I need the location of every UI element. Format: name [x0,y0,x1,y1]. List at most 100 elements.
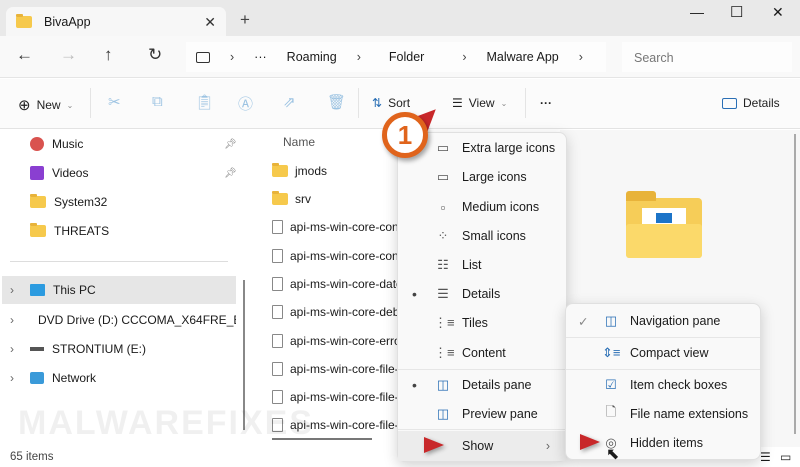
crumb-folder[interactable]: Folder [389,50,424,64]
copy-icon[interactable]: ⧉ [152,93,163,110]
folder-icon [272,191,288,205]
content-icon: ⋮≡ [434,345,455,360]
details-pane-button[interactable]: Details [722,96,780,110]
step-callout: 1 [382,112,428,158]
this-pc-icon [30,284,45,296]
view-button[interactable]: ☰ View ⌄ [452,96,507,110]
nav-strontium[interactable]: STRONTIUM (E:) [30,342,146,356]
back-icon[interactable]: ← [16,45,33,65]
videos-icon [30,166,44,180]
expand-chevron-icon[interactable]: › [10,371,14,385]
menu-item-navigation-pane[interactable]: ✓ ◫ Navigation pane [566,307,760,335]
nav-threats[interactable]: THREATS [30,223,109,238]
sort-button[interactable]: ⇅ Sort [372,96,410,110]
crumb-roaming[interactable]: Roaming [287,50,337,64]
menu-item-content[interactable]: ⋮≡ Content [398,339,566,367]
menu-item-large-icons[interactable]: ▭ Large icons [398,163,566,191]
delete-icon[interactable]: 🗑︎ [327,93,346,111]
more-options-button[interactable]: ··· [540,96,552,110]
menu-item-details-pane[interactable]: • ◫ Details pane [398,371,566,399]
compact-view-icon: ⇕≡ [602,345,621,360]
menu-item-small-icons[interactable]: ⁘ Small icons [398,222,566,250]
list-item[interactable]: api-ms-win-core-cons [272,249,405,263]
list-item[interactable]: api-ms-win-core-cons [272,220,405,234]
selected-dot-icon: • [412,286,417,302]
column-header-name[interactable]: Name [283,135,315,149]
menu-item-details[interactable]: • ☰ Details [398,280,566,308]
crumb-ellipsis[interactable]: ··· [254,50,267,64]
expand-chevron-icon[interactable]: › [10,313,14,327]
cut-icon[interactable]: ✂ [108,93,121,111]
large-folder-icon [626,191,702,258]
dll-file-icon [272,305,283,319]
tiles-view-toggle[interactable]: ▭ [780,450,791,464]
expand-chevron-icon[interactable]: › [10,283,14,297]
pin-icon[interactable]: 📌︎ [224,139,237,150]
small-icons-icon: ⁘ [437,228,449,243]
nav-music[interactable]: Music [30,137,83,151]
pin-icon[interactable]: 📌︎ [224,168,237,179]
drive-icon [30,347,44,351]
checkbox-icon: ☑ [605,377,617,392]
navigation-pane: Music 📌︎ Videos 📌︎ System32 THREATS › Th… [0,130,240,447]
tab-bivaapp[interactable]: BivaApp ✕ [6,7,226,37]
maximize-button[interactable]: ☐ [730,3,743,21]
details-scrollbar[interactable] [794,134,796,434]
new-tab-button[interactable]: + [240,10,250,30]
checkmark-icon: ✓ [578,314,589,329]
forward-icon[interactable]: → [60,45,77,65]
menu-item-tiles[interactable]: ⋮≡ Tiles [398,309,566,337]
divider [525,88,526,118]
menu-item-item-check-boxes[interactable]: ☑ Item check boxes [566,371,760,399]
list-item[interactable]: api-ms-win-core-erro [272,334,401,348]
list-item[interactable]: srv [272,191,311,206]
dll-file-icon [272,334,283,348]
crumb-malware-app[interactable]: Malware App [486,50,558,64]
minimize-button[interactable]: — [690,4,704,20]
search-input[interactable]: Search [622,42,792,72]
menu-item-list[interactable]: ☷ List [398,251,566,279]
paste-icon[interactable]: 📋︎ [195,93,214,111]
rename-icon[interactable]: Ⓐ [238,93,253,114]
divider [398,369,566,370]
menu-item-compact-view[interactable]: ⇕≡ Compact view [566,339,760,367]
tab-title: BivaApp [44,15,91,29]
nav-this-pc[interactable]: This PC [30,283,96,297]
selected-dot-icon: • [412,377,417,393]
details-icon: ☰ [437,286,449,301]
share-icon[interactable]: ⇗ [283,93,296,111]
navigation-pane-icon: ◫ [604,313,618,328]
list-item[interactable]: jmods [272,163,327,178]
nav-dvd-drive[interactable]: DVD Drive (D:) CCCOMA_X64FRE_EN-US [30,313,236,327]
list-icon: ☷ [437,257,449,272]
refresh-icon[interactable]: ↻ [148,45,162,65]
dll-file-icon [272,249,283,263]
red-arrow-pointer-icon [580,434,600,450]
details-pane-icon: ◫ [436,377,450,392]
close-button[interactable]: ✕ [772,4,784,21]
divider [90,88,91,118]
view-icon: ☰ [452,96,463,110]
details-pane-icon [722,97,737,109]
menu-item-medium-icons[interactable]: ▫ Medium icons [398,193,566,221]
tiles-icon: ⋮≡ [434,315,455,330]
close-tab-icon[interactable]: ✕ [204,14,216,31]
menu-item-preview-pane[interactable]: ◫ Preview pane [398,400,566,428]
list-item[interactable]: api-ms-win-core-debu [272,305,406,319]
nav-videos[interactable]: Videos [30,166,88,180]
divider [566,369,760,370]
details-view-toggle[interactable]: ☰ [760,450,771,464]
nav-system32[interactable]: System32 [30,194,107,209]
menu-item-file-name-extensions[interactable]: 🗋︎ File name extensions [566,400,760,428]
up-icon[interactable]: ↑ [104,45,113,65]
nav-network[interactable]: Network [30,371,96,385]
breadcrumb[interactable]: › ··· Roaming › Folder › Malware App › [186,42,606,72]
new-button[interactable]: ⊕ New ⌄ [18,96,73,114]
list-item[interactable]: api-ms-win-core-file- [272,390,399,404]
list-item[interactable]: api-ms-win-core-date [272,277,403,291]
list-item[interactable]: api-ms-win-core-file- [272,362,399,376]
divider [398,429,566,430]
expand-chevron-icon[interactable]: › [10,342,14,356]
view-menu: ▭ Extra large icons ▭ Large icons ▫ Medium … [397,132,567,462]
monitor-icon: ▭ [436,140,450,155]
